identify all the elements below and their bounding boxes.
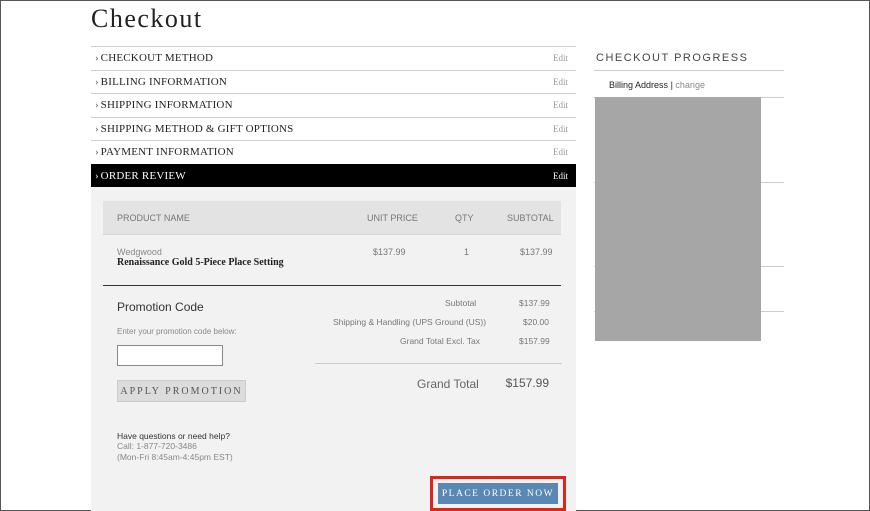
edit-link[interactable]: Edit [553, 77, 568, 87]
chevron-right-icon: › [95, 99, 99, 112]
shipping-label: Shipping & Handling (UPS Ground (US)) [333, 317, 487, 327]
col-subtotal: SUBTOTAL [507, 213, 554, 223]
checkout-progress-title: CHECKOUT PROGRESS [596, 52, 749, 64]
product-brand: Wedgwood [117, 247, 162, 257]
place-order-highlight: PLACE ORDER NOW [430, 476, 566, 511]
col-unit-price: UNIT PRICE [367, 213, 418, 223]
shipping-value: $20.00 [523, 317, 549, 327]
divider [103, 285, 561, 286]
edit-link[interactable]: Edit [553, 100, 568, 110]
edit-link[interactable]: Edit [553, 171, 568, 181]
promotion-hint: Enter your promotion code below: [117, 327, 237, 336]
billing-address-label: Billing Address [609, 80, 669, 90]
quantity: 1 [464, 247, 470, 257]
subtotal-value: $137.99 [519, 298, 550, 308]
chevron-right-icon: › [95, 146, 99, 159]
redacted-billing-details [595, 97, 761, 341]
step-label: CHECKOUT METHOD [100, 52, 214, 65]
step-label: ORDER REVIEW [100, 169, 186, 182]
separator: | [670, 80, 673, 90]
progress-billing-address: Billing Address | change [609, 80, 705, 90]
step-label: SHIPPING METHOD & GIFT OPTIONS [100, 122, 294, 135]
grand-total-excl-tax-value: $157.99 [519, 336, 550, 346]
step-billing-information[interactable]: › BILLING INFORMATION Edit [91, 69, 576, 94]
order-review-panel: PRODUCT NAME UNIT PRICE QTY SUBTOTAL Wed… [91, 187, 576, 511]
subtotal-label: Subtotal [445, 298, 477, 308]
step-label: PAYMENT INFORMATION [100, 146, 234, 159]
product-name: Renaissance Gold 5-Piece Place Setting [117, 257, 284, 268]
grand-total-label: Grand Total [417, 377, 479, 391]
unit-price: $137.99 [373, 247, 406, 257]
page-title: Checkout [91, 4, 203, 33]
order-table-header: PRODUCT NAME UNIT PRICE QTY SUBTOTAL [103, 201, 561, 234]
step-label: BILLING INFORMATION [100, 75, 227, 88]
help-hours: (Mon-Fri 8:45am-4:45pm EST) [117, 452, 233, 462]
step-checkout-method[interactable]: › CHECKOUT METHOD Edit [91, 46, 576, 70]
apply-promotion-button[interactable]: APPLY PROMOTION [117, 380, 246, 402]
chevron-right-icon: › [95, 169, 99, 182]
col-product-name: PRODUCT NAME [117, 213, 190, 223]
table-row: Wedgwood Renaissance Gold 5-Piece Place … [103, 234, 561, 286]
help-phone: Call: 1-877-720-3486 [117, 441, 197, 451]
promotion-title: Promotion Code [117, 300, 204, 314]
progress-divider [594, 70, 784, 71]
totals-divider [315, 363, 562, 364]
grand-total-excl-tax-label: Grand Total Excl. Tax [400, 336, 481, 346]
row-subtotal: $137.99 [520, 247, 553, 257]
chevron-right-icon: › [95, 75, 99, 88]
promotion-code-input[interactable] [117, 345, 223, 366]
step-shipping-method[interactable]: › SHIPPING METHOD & GIFT OPTIONS Edit [91, 116, 576, 141]
step-payment-information[interactable]: › PAYMENT INFORMATION Edit [91, 140, 576, 164]
edit-link[interactable]: Edit [553, 53, 568, 63]
step-order-review[interactable]: › ORDER REVIEW Edit [91, 163, 576, 187]
chevron-right-icon: › [95, 122, 99, 135]
checkout-steps: › CHECKOUT METHOD Edit › BILLING INFORMA… [91, 46, 576, 187]
change-link[interactable]: change [675, 80, 705, 90]
edit-link[interactable]: Edit [553, 147, 568, 157]
step-shipping-information[interactable]: › SHIPPING INFORMATION Edit [91, 93, 576, 117]
edit-link[interactable]: Edit [553, 124, 568, 134]
chevron-right-icon: › [95, 52, 99, 65]
place-order-button[interactable]: PLACE ORDER NOW [438, 483, 558, 504]
col-qty: QTY [455, 213, 474, 223]
grand-total-value: $157.99 [505, 376, 549, 390]
help-question: Have questions or need help? [117, 431, 230, 441]
step-label: SHIPPING INFORMATION [100, 99, 233, 112]
